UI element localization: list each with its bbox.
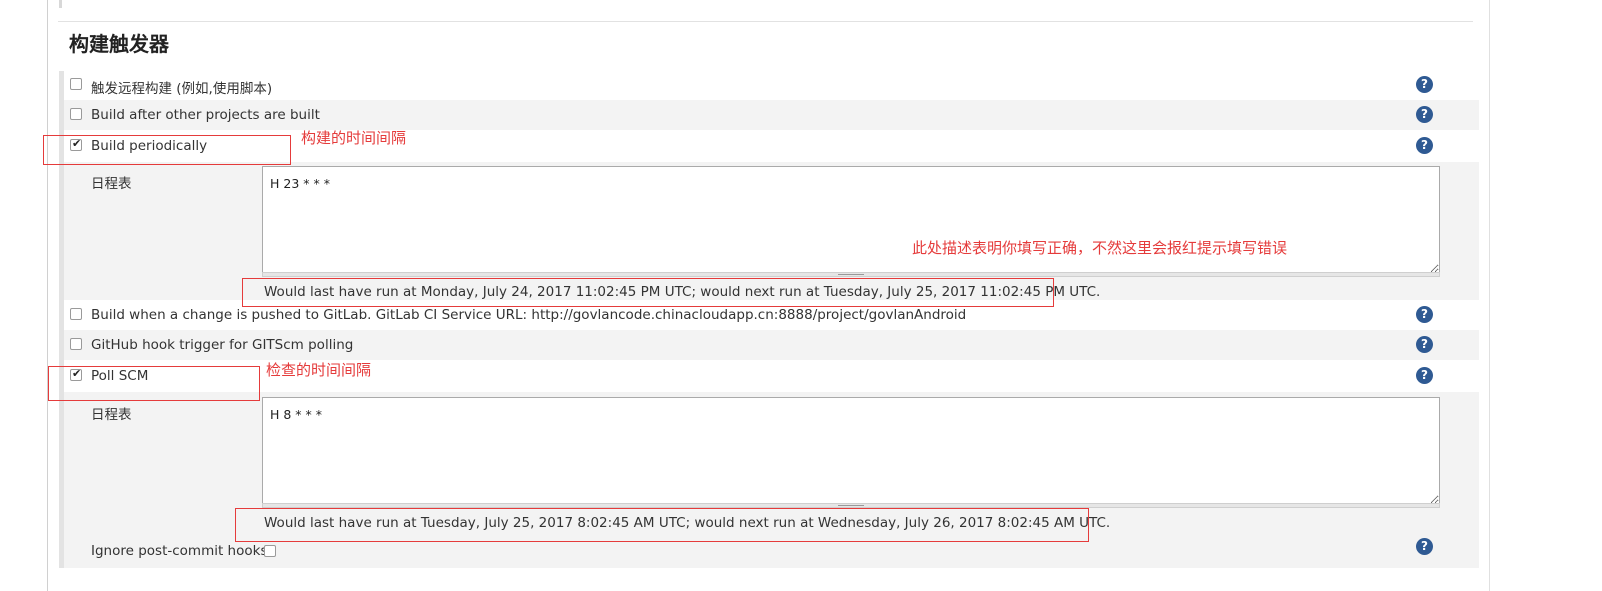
trigger-after-other-label: Build after other projects are built: [91, 107, 320, 123]
help-icon[interactable]: ?: [1416, 306, 1433, 323]
trigger-periodic-label: Build periodically: [91, 138, 208, 154]
annotation-build-interval: 构建的时间间隔: [301, 129, 407, 147]
help-icon[interactable]: ?: [1416, 106, 1433, 123]
trigger-github-label: GitHub hook trigger for GITScm polling: [91, 337, 354, 353]
trigger-periodic-checkbox[interactable]: [70, 137, 82, 151]
poll-resize-handle[interactable]: [262, 503, 1440, 508]
trigger-row-github: GitHub hook trigger for GITScm polling: [64, 330, 1479, 360]
trigger-row-periodic: Build periodically: [64, 131, 1479, 161]
previous-section-bar: [59, 0, 62, 8]
trigger-row-remote: 触发远程构建 (例如,使用脚本): [64, 70, 1479, 100]
section-title: 构建触发器: [69, 32, 169, 56]
help-icon[interactable]: ?: [1416, 336, 1433, 353]
annotation-validation-note: 此处描述表明你填写正确，不然这里会报红提示填写错误: [912, 239, 1288, 257]
trigger-gitlab-checkbox[interactable]: [70, 308, 82, 320]
trigger-github-checkbox[interactable]: [70, 338, 82, 350]
trigger-row-gitlab: Build when a change is pushed to GitLab.…: [64, 300, 1479, 330]
trigger-gitlab-label: Build when a change is pushed to GitLab.…: [91, 307, 967, 323]
annotation-poll-interval: 检查的时间间隔: [266, 361, 372, 379]
ignore-post-commit-label: Ignore post-commit hooks: [91, 543, 268, 559]
ignore-post-commit-checkbox[interactable]: [264, 545, 276, 557]
periodic-validation-message: Would last have run at Monday, July 24, …: [264, 284, 1101, 300]
poll-schedule-label: 日程表: [91, 407, 132, 423]
poll-schedule-textarea[interactable]: H 8 * * *: [262, 397, 1440, 505]
help-icon[interactable]: ?: [1416, 137, 1433, 154]
help-icon[interactable]: ?: [1416, 367, 1433, 384]
help-icon[interactable]: ?: [1416, 76, 1433, 93]
periodic-schedule-label: 日程表: [91, 176, 132, 192]
trigger-after-other-checkbox[interactable]: [70, 108, 82, 120]
periodic-resize-handle[interactable]: [262, 272, 1440, 277]
config-right-border: [1489, 0, 1490, 591]
trigger-poll-scm-label: Poll SCM: [91, 368, 149, 384]
trigger-row-after-other: Build after other projects are built: [64, 100, 1479, 130]
help-icon[interactable]: ?: [1416, 538, 1433, 555]
trigger-remote-checkbox[interactable]: [70, 78, 82, 90]
section-divider: [58, 21, 1473, 22]
trigger-remote-label: 触发远程构建 (例如,使用脚本): [91, 81, 273, 97]
config-left-border: [47, 0, 48, 591]
trigger-poll-scm-checkbox[interactable]: [70, 367, 82, 381]
poll-validation-message: Would last have run at Tuesday, July 25,…: [264, 515, 1111, 531]
